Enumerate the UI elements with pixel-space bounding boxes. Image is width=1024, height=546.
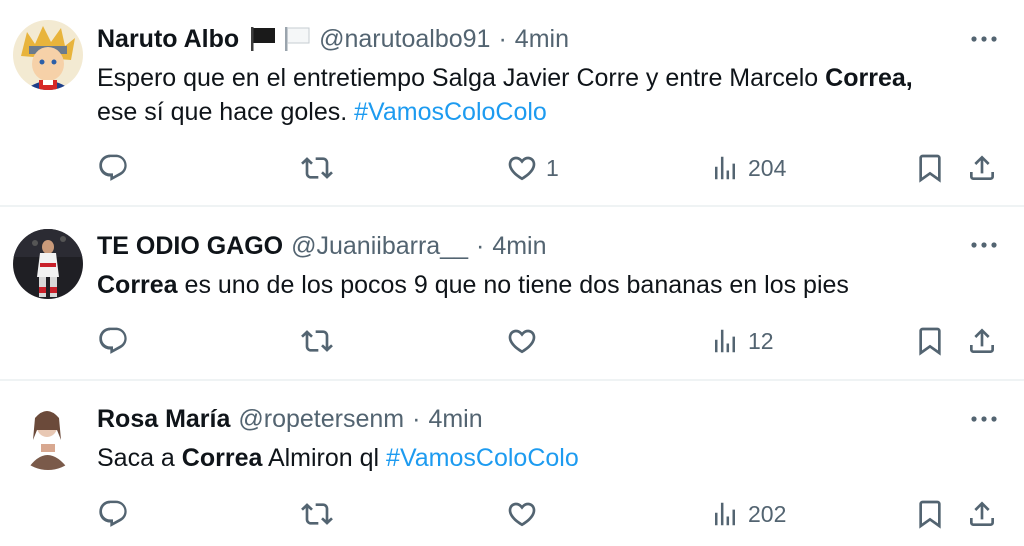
separator-dot: · xyxy=(498,24,507,53)
tweet-text: Espero que en el entretiempo Salga Javie… xyxy=(97,61,997,129)
retweet-button[interactable] xyxy=(301,148,333,188)
tweet-feed: Naruto Albo @narutoalbo91 · 4min Espero … xyxy=(0,0,1024,546)
share-button[interactable] xyxy=(966,494,998,534)
separator-dot: · xyxy=(412,404,421,433)
bookmark-button[interactable] xyxy=(914,494,946,534)
text-segment: Espero que en el entretiempo Salga Javie… xyxy=(97,64,826,92)
bookmark-icon xyxy=(914,152,946,184)
tweet-header: Naruto Albo @narutoalbo91 · 4min xyxy=(97,21,569,57)
views-button[interactable]: 12 xyxy=(710,321,774,361)
avatar[interactable] xyxy=(13,400,83,470)
display-name[interactable]: TE ODIO GAGO xyxy=(97,232,283,261)
like-icon xyxy=(506,152,538,184)
bold-keyword: Correa xyxy=(825,64,906,92)
bold-keyword: Correa xyxy=(181,444,263,472)
display-name[interactable]: Naruto Albo xyxy=(97,25,239,54)
tweet-header: TE ODIO GAGO @Juaniibarra__ · 4min xyxy=(97,228,547,264)
views-count: 12 xyxy=(748,327,774,354)
more-icon xyxy=(971,242,997,248)
retweet-icon xyxy=(301,498,333,530)
reply-icon xyxy=(97,498,129,530)
views-button[interactable]: 204 xyxy=(710,148,786,188)
bookmark-button[interactable] xyxy=(914,148,946,188)
share-icon xyxy=(966,152,998,184)
tweet-text: Saca a Correa Almiron ql #VamosColoColo xyxy=(97,441,997,475)
share-button[interactable] xyxy=(966,321,998,361)
tweet-text: Correa es uno de los pocos 9 que no tien… xyxy=(97,268,997,302)
separator-dot: · xyxy=(476,231,485,260)
more-button[interactable] xyxy=(962,24,1006,54)
reply-button[interactable] xyxy=(97,148,129,188)
text-segment: , xyxy=(905,64,913,92)
views-count: 204 xyxy=(748,154,787,181)
views-button[interactable]: 202 xyxy=(710,494,786,534)
tweet-actions: 1 204 xyxy=(0,148,1024,188)
like-count: 1 xyxy=(546,154,559,181)
bookmark-button[interactable] xyxy=(914,321,946,361)
timestamp[interactable]: 4min xyxy=(515,25,569,54)
tweet[interactable]: TE ODIO GAGO @Juaniibarra__ · 4min Corre… xyxy=(0,206,1024,380)
like-button[interactable]: 1 xyxy=(506,148,559,188)
reply-icon xyxy=(97,325,129,357)
black-flag-icon xyxy=(249,26,277,52)
views-count: 202 xyxy=(748,500,787,527)
display-name[interactable]: Rosa María xyxy=(97,405,230,434)
tweet-actions: 12 xyxy=(0,321,1024,361)
more-icon xyxy=(971,36,997,42)
share-icon xyxy=(966,498,998,530)
text-segment: es uno de los pocos 9 que no tiene dos b… xyxy=(177,271,849,299)
like-button[interactable] xyxy=(506,494,538,534)
share-icon xyxy=(966,325,998,357)
tweet[interactable]: Rosa María @ropetersenm · 4min Saca a Co… xyxy=(0,380,1024,546)
timestamp[interactable]: 4min xyxy=(492,232,546,261)
reply-button[interactable] xyxy=(97,321,129,361)
handle[interactable]: @ropetersenm xyxy=(238,405,404,434)
tweet-header: Rosa María @ropetersenm · 4min xyxy=(97,401,483,437)
retweet-button[interactable] xyxy=(301,321,333,361)
tweet[interactable]: Naruto Albo @narutoalbo91 · 4min Espero … xyxy=(0,0,1024,206)
avatar[interactable] xyxy=(13,20,83,90)
retweet-button[interactable] xyxy=(301,494,333,534)
name-emojis xyxy=(249,26,311,52)
text-segment: Saca a xyxy=(97,444,182,472)
handle[interactable]: @Juaniibarra__ xyxy=(291,232,468,261)
bookmark-icon xyxy=(914,498,946,530)
hashtag-link[interactable]: #VamosColoColo xyxy=(386,444,579,472)
views-icon xyxy=(710,325,740,357)
reply-button[interactable] xyxy=(97,494,129,534)
more-button[interactable] xyxy=(962,230,1006,260)
views-icon xyxy=(710,498,740,530)
timestamp[interactable]: 4min xyxy=(428,405,482,434)
retweet-icon xyxy=(301,325,333,357)
bold-keyword: Correa xyxy=(97,271,178,299)
views-icon xyxy=(710,152,740,184)
bookmark-icon xyxy=(914,325,946,357)
hashtag-link[interactable]: #VamosColoColo xyxy=(354,98,547,126)
text-segment: ese sí que hace goles. xyxy=(97,98,355,126)
handle[interactable]: @narutoalbo91 xyxy=(319,25,490,54)
avatar[interactable] xyxy=(13,229,83,299)
like-icon xyxy=(506,498,538,530)
tweet-actions: 202 xyxy=(0,494,1024,534)
reply-icon xyxy=(97,152,129,184)
more-button[interactable] xyxy=(962,404,1006,434)
white-flag-icon xyxy=(283,26,311,52)
more-icon xyxy=(971,416,997,422)
text-segment: Almiron ql xyxy=(262,444,387,472)
like-icon xyxy=(506,325,538,357)
like-button[interactable] xyxy=(506,321,538,361)
retweet-icon xyxy=(301,152,333,184)
share-button[interactable] xyxy=(966,148,998,188)
